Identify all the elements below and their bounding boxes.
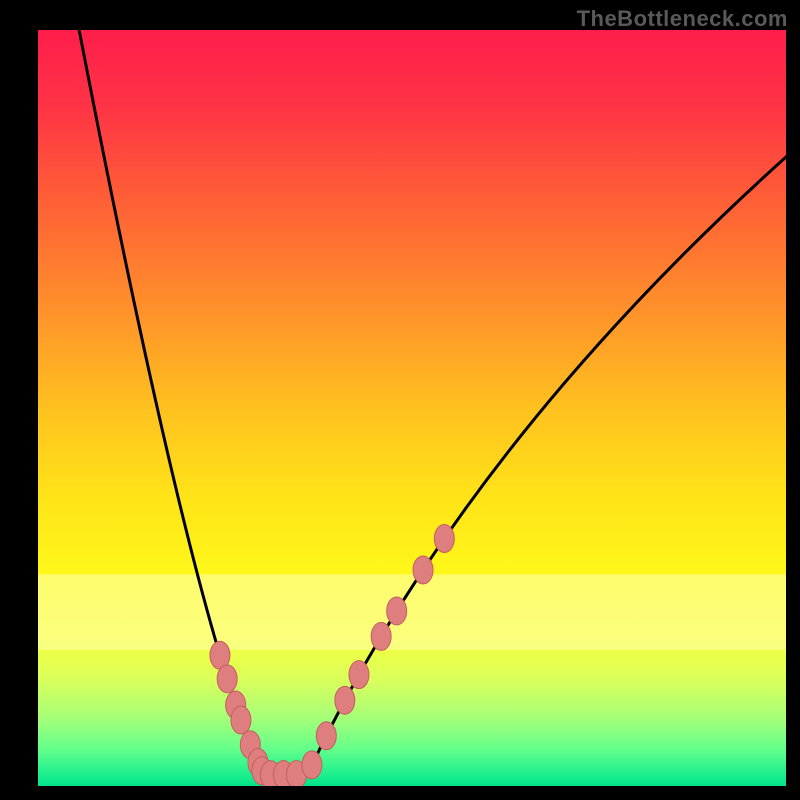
data-marker <box>217 665 237 693</box>
gradient-background <box>38 30 786 786</box>
plot-svg <box>38 30 786 786</box>
data-marker <box>434 525 454 553</box>
data-marker <box>349 661 369 689</box>
chart-root: TheBottleneck.com <box>0 0 800 800</box>
data-marker <box>387 597 407 625</box>
data-marker <box>231 706 251 734</box>
data-marker <box>335 686 355 714</box>
data-marker <box>371 622 391 650</box>
watermark-label: TheBottleneck.com <box>577 6 788 32</box>
data-marker <box>413 556 433 584</box>
plot-stage <box>38 30 786 786</box>
data-marker <box>302 751 322 779</box>
data-marker <box>316 722 336 750</box>
